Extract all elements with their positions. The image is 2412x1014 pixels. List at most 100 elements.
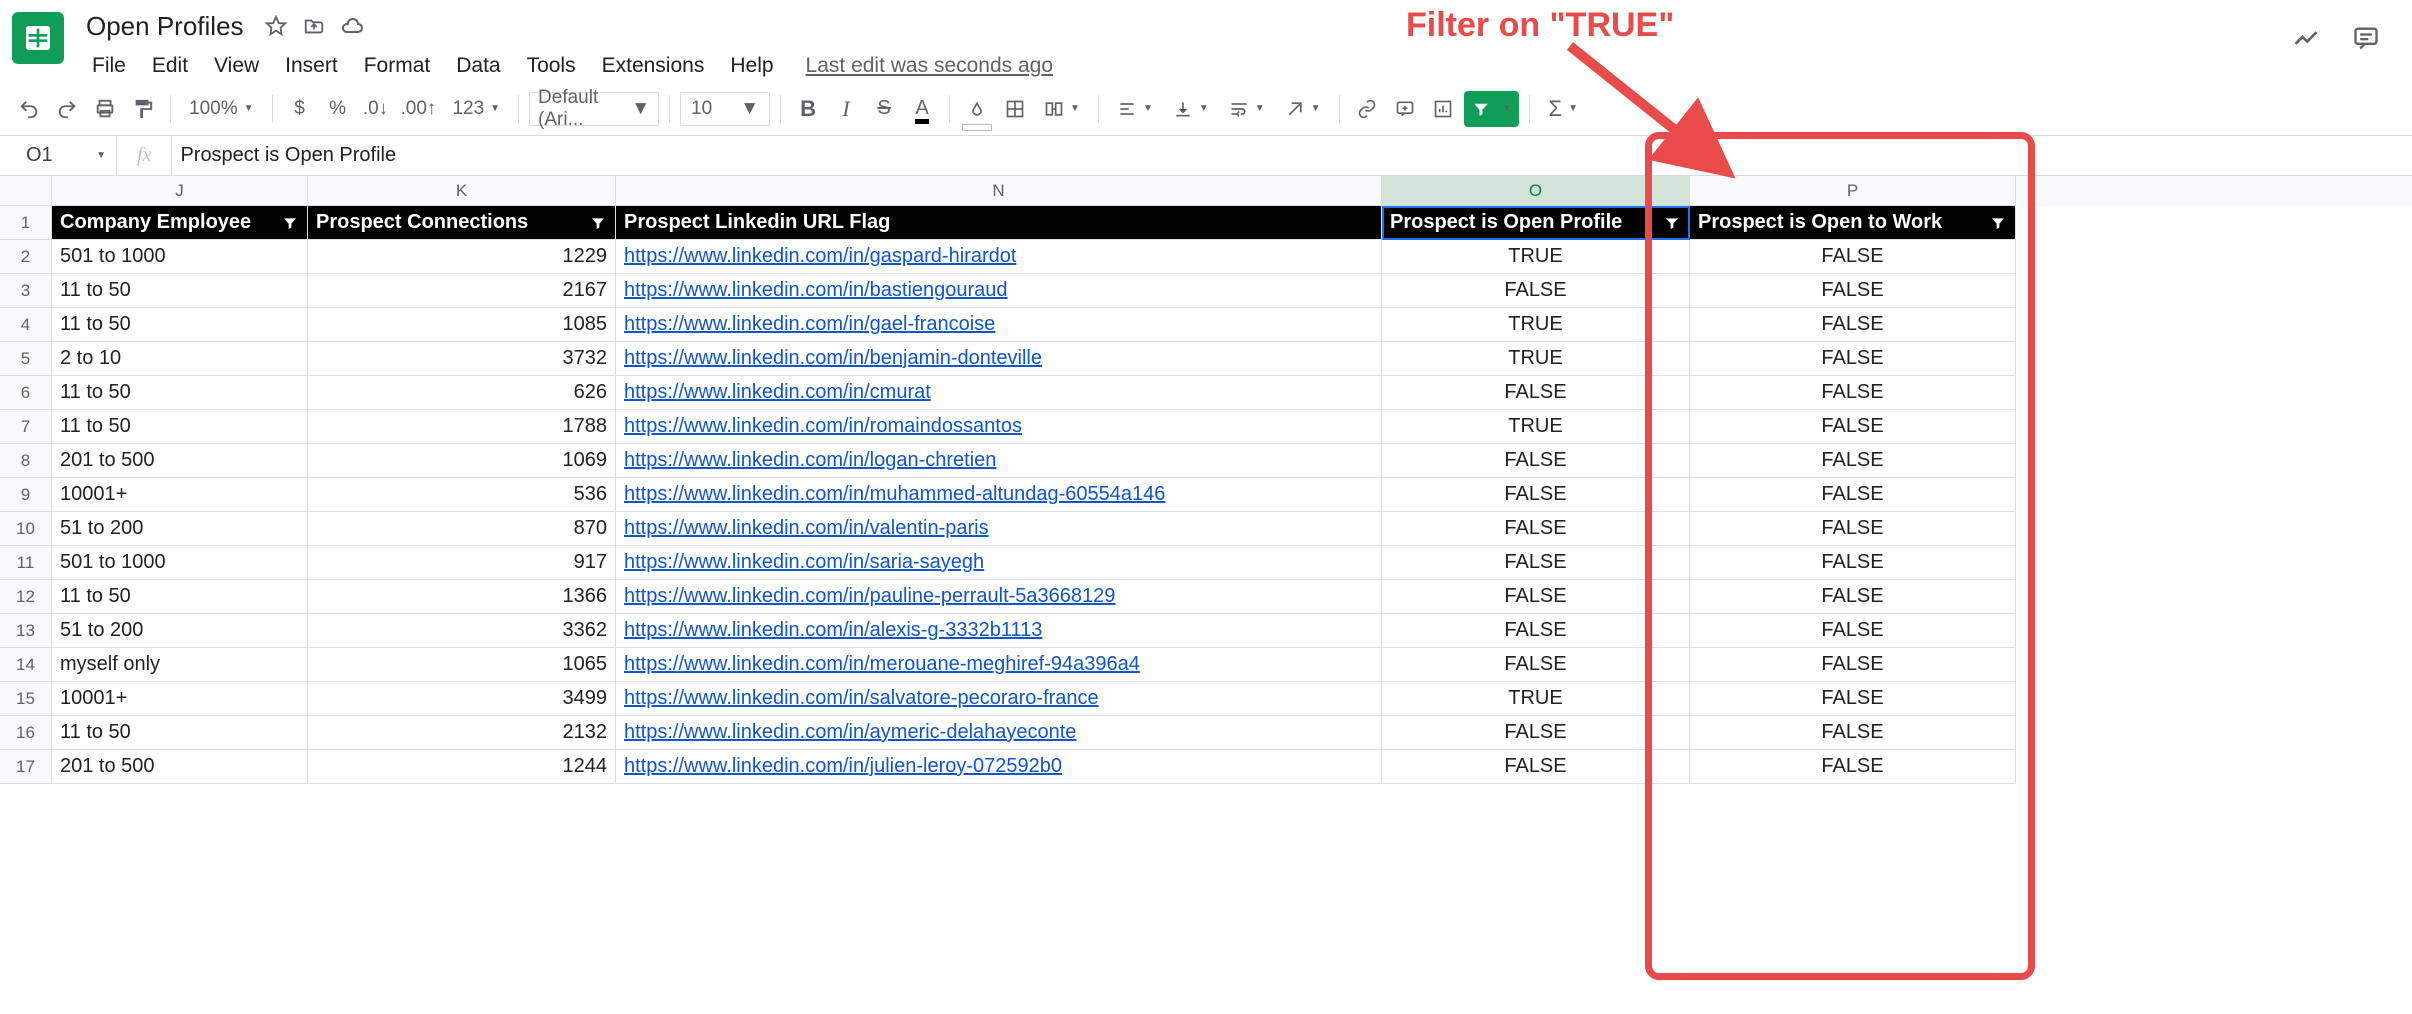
linkedin-link[interactable]: https://www.linkedin.com/in/bastiengoura… <box>624 279 1008 302</box>
last-edit-link[interactable]: Last edit was seconds ago <box>806 54 1054 78</box>
linkedin-link[interactable]: https://www.linkedin.com/in/aymeric-dela… <box>624 721 1076 744</box>
valign-button[interactable]: ▼ <box>1165 91 1217 127</box>
cell-linkedin-url[interactable]: https://www.linkedin.com/in/logan-chreti… <box>616 444 1382 478</box>
filter-icon[interactable] <box>1989 214 2007 232</box>
cell-company-employee[interactable]: 10001+ <box>52 478 308 512</box>
cell-company-employee[interactable]: 51 to 200 <box>52 614 308 648</box>
linkedin-link[interactable]: https://www.linkedin.com/in/alexis-g-333… <box>624 619 1042 642</box>
linkedin-link[interactable]: https://www.linkedin.com/in/julien-leroy… <box>624 755 1062 778</box>
linkedin-link[interactable]: https://www.linkedin.com/in/gael-francoi… <box>624 313 995 336</box>
functions-button[interactable]: Σ▼ <box>1540 91 1586 127</box>
cell-open-to-work[interactable]: FALSE <box>1690 444 2016 478</box>
row-header[interactable]: 13 <box>0 614 52 648</box>
row-header[interactable]: 2 <box>0 240 52 274</box>
cell-connections[interactable]: 3362 <box>308 614 616 648</box>
comment-button[interactable] <box>1388 91 1422 127</box>
cell-open-to-work[interactable]: FALSE <box>1690 580 2016 614</box>
linkedin-link[interactable]: https://www.linkedin.com/in/pauline-perr… <box>624 585 1115 608</box>
filter-button[interactable]: ▼ <box>1464 91 1520 127</box>
cell-open-to-work[interactable]: FALSE <box>1690 376 2016 410</box>
cell-connections[interactable]: 3732 <box>308 342 616 376</box>
cell-linkedin-url[interactable]: https://www.linkedin.com/in/saria-sayegh <box>616 546 1382 580</box>
bold-button[interactable]: B <box>791 91 825 127</box>
name-box[interactable]: O1▼ <box>16 144 116 167</box>
cell-connections[interactable]: 917 <box>308 546 616 580</box>
cell-open-to-work[interactable]: FALSE <box>1690 750 2016 784</box>
cell-open-to-work[interactable]: FALSE <box>1690 308 2016 342</box>
merge-button[interactable]: ▼ <box>1036 91 1088 127</box>
col-header-O[interactable]: O <box>1382 176 1690 206</box>
cell-open-profile[interactable]: FALSE <box>1382 614 1690 648</box>
row-header[interactable]: 6 <box>0 376 52 410</box>
formula-input[interactable]: Prospect is Open Profile <box>171 136 2412 175</box>
cell-connections[interactable]: 536 <box>308 478 616 512</box>
cell-connections[interactable]: 3499 <box>308 682 616 716</box>
header-cell-company-employee[interactable]: Company Employee <box>52 206 308 240</box>
print-button[interactable] <box>88 91 122 127</box>
cell-open-profile[interactable]: FALSE <box>1382 750 1690 784</box>
linkedin-link[interactable]: https://www.linkedin.com/in/salvatore-pe… <box>624 687 1099 710</box>
font-dropdown[interactable]: Default (Ari...▼ <box>529 92 659 126</box>
row-header[interactable]: 11 <box>0 546 52 580</box>
linkedin-link[interactable]: https://www.linkedin.com/in/valentin-par… <box>624 517 989 540</box>
currency-button[interactable]: $ <box>283 91 317 127</box>
cell-connections[interactable]: 1788 <box>308 410 616 444</box>
cell-connections[interactable]: 1244 <box>308 750 616 784</box>
cell-company-employee[interactable]: 501 to 1000 <box>52 240 308 274</box>
cell-connections[interactable]: 1085 <box>308 308 616 342</box>
menu-format[interactable]: Format <box>352 50 443 82</box>
cloud-status-icon[interactable] <box>340 14 364 38</box>
rotate-button[interactable]: ▼ <box>1277 91 1329 127</box>
cell-open-to-work[interactable]: FALSE <box>1690 512 2016 546</box>
menu-edit[interactable]: Edit <box>140 50 200 82</box>
cell-open-profile[interactable]: FALSE <box>1382 274 1690 308</box>
menu-tools[interactable]: Tools <box>515 50 588 82</box>
cell-open-to-work[interactable]: FALSE <box>1690 614 2016 648</box>
linkedin-link[interactable]: https://www.linkedin.com/in/merouane-meg… <box>624 653 1140 676</box>
header-cell-linkedin-url[interactable]: Prospect Linkedin URL Flag <box>616 206 1382 240</box>
cell-open-profile[interactable]: FALSE <box>1382 376 1690 410</box>
cell-linkedin-url[interactable]: https://www.linkedin.com/in/pauline-perr… <box>616 580 1382 614</box>
wrap-button[interactable]: ▼ <box>1221 91 1273 127</box>
cell-open-to-work[interactable]: FALSE <box>1690 716 2016 750</box>
cell-linkedin-url[interactable]: https://www.linkedin.com/in/julien-leroy… <box>616 750 1382 784</box>
col-header-N[interactable]: N <box>616 176 1382 206</box>
filter-icon[interactable] <box>589 214 607 232</box>
menu-insert[interactable]: Insert <box>273 50 350 82</box>
col-header-K[interactable]: K <box>308 176 616 206</box>
cell-linkedin-url[interactable]: https://www.linkedin.com/in/bastiengoura… <box>616 274 1382 308</box>
cell-open-profile[interactable]: FALSE <box>1382 512 1690 546</box>
row-header[interactable]: 16 <box>0 716 52 750</box>
col-header-P[interactable]: P <box>1690 176 2016 206</box>
zoom-dropdown[interactable]: 100%▼ <box>181 91 262 127</box>
cell-company-employee[interactable]: 11 to 50 <box>52 580 308 614</box>
cell-linkedin-url[interactable]: https://www.linkedin.com/in/alexis-g-333… <box>616 614 1382 648</box>
linkedin-link[interactable]: https://www.linkedin.com/in/benjamin-don… <box>624 347 1042 370</box>
row-header[interactable]: 5 <box>0 342 52 376</box>
cell-connections[interactable]: 2167 <box>308 274 616 308</box>
cell-open-profile[interactable]: TRUE <box>1382 240 1690 274</box>
cell-open-profile[interactable]: TRUE <box>1382 410 1690 444</box>
undo-button[interactable] <box>12 91 46 127</box>
linkedin-link[interactable]: https://www.linkedin.com/in/cmurat <box>624 381 931 404</box>
cell-company-employee[interactable]: 10001+ <box>52 682 308 716</box>
cell-connections[interactable]: 1065 <box>308 648 616 682</box>
cell-open-to-work[interactable]: FALSE <box>1690 342 2016 376</box>
row-header[interactable]: 4 <box>0 308 52 342</box>
cell-open-to-work[interactable]: FALSE <box>1690 410 2016 444</box>
halign-button[interactable]: ▼ <box>1109 91 1161 127</box>
cell-company-employee[interactable]: 11 to 50 <box>52 274 308 308</box>
increase-decimal-button[interactable]: .00↑ <box>397 91 441 127</box>
filter-icon[interactable] <box>1663 214 1681 232</box>
percent-button[interactable]: % <box>321 91 355 127</box>
row-header[interactable]: 1 <box>0 206 52 240</box>
cell-linkedin-url[interactable]: https://www.linkedin.com/in/aymeric-dela… <box>616 716 1382 750</box>
cell-linkedin-url[interactable]: https://www.linkedin.com/in/cmurat <box>616 376 1382 410</box>
cell-company-employee[interactable]: 201 to 500 <box>52 444 308 478</box>
cell-open-profile[interactable]: FALSE <box>1382 648 1690 682</box>
linkedin-link[interactable]: https://www.linkedin.com/in/gaspard-hira… <box>624 245 1016 268</box>
cell-open-profile[interactable]: FALSE <box>1382 716 1690 750</box>
header-cell-prospect-connections[interactable]: Prospect Connections <box>308 206 616 240</box>
cell-connections[interactable]: 1366 <box>308 580 616 614</box>
decrease-decimal-button[interactable]: .0↓ <box>359 91 393 127</box>
